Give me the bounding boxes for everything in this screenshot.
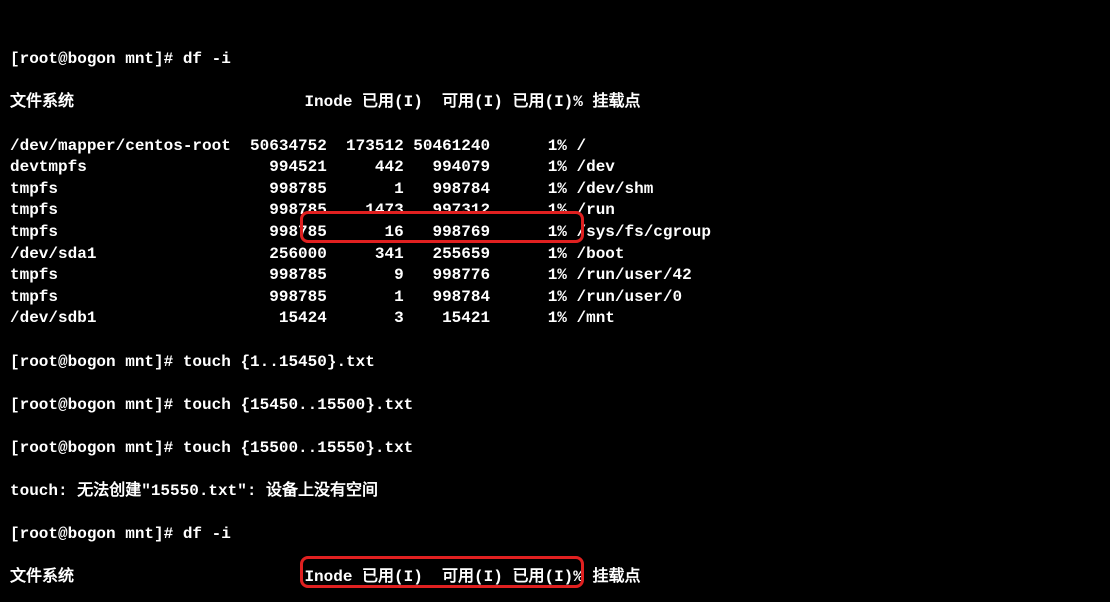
command-text: touch {15500..15550}.txt: [183, 439, 413, 457]
prompt: [root@bogon mnt]#: [10, 396, 183, 414]
prompt-line[interactable]: [root@bogon mnt]# df -i: [10, 524, 1100, 546]
prompt: [root@bogon mnt]#: [10, 50, 183, 68]
command-text: touch {1..15450}.txt: [183, 353, 375, 371]
df-row: tmpfs 998785 9 998776 1% /run/user/42: [10, 265, 1100, 287]
prompt-line[interactable]: [root@bogon mnt]# touch {15450..15500}.t…: [10, 395, 1100, 417]
prompt: [root@bogon mnt]#: [10, 353, 183, 371]
prompt: [root@bogon mnt]#: [10, 439, 183, 457]
command-text: df -i: [183, 525, 231, 543]
df-row: /dev/mapper/centos-root 50634752 173512 …: [10, 136, 1100, 158]
df-row: /dev/sda1 256000 341 255659 1% /boot: [10, 244, 1100, 266]
df-header-row: 文件系统 Inode 已用(I) 可用(I) 已用(I)% 挂载点: [10, 567, 1100, 589]
df-row: tmpfs 998785 1473 997312 1% /run: [10, 200, 1100, 222]
df-row: /dev/sdb1 15424 3 15421 1% /mnt: [10, 308, 1100, 330]
prompt-line[interactable]: [root@bogon mnt]# touch {15500..15550}.t…: [10, 438, 1100, 460]
terminal-output: [root@bogon mnt]# df -i 文件系统 Inode 已用(I)…: [0, 0, 1110, 602]
command-text: touch {15450..15500}.txt: [183, 396, 413, 414]
prompt-line[interactable]: [root@bogon mnt]# touch {1..15450}.txt: [10, 352, 1100, 374]
df-row: tmpfs 998785 1 998784 1% /dev/shm: [10, 179, 1100, 201]
df-row: devtmpfs 994521 442 994079 1% /dev: [10, 157, 1100, 179]
df-row: tmpfs 998785 16 998769 1% /sys/fs/cgroup: [10, 222, 1100, 244]
prompt: [root@bogon mnt]#: [10, 525, 183, 543]
command-text: df -i: [183, 50, 231, 68]
error-message: touch: 无法创建"15550.txt": 设备上没有空间: [10, 481, 1100, 503]
df-row: tmpfs 998785 1 998784 1% /run/user/0: [10, 287, 1100, 309]
df-header-row: 文件系统 Inode 已用(I) 可用(I) 已用(I)% 挂载点: [10, 92, 1100, 114]
prompt-line[interactable]: [root@bogon mnt]# df -i: [10, 49, 1100, 71]
